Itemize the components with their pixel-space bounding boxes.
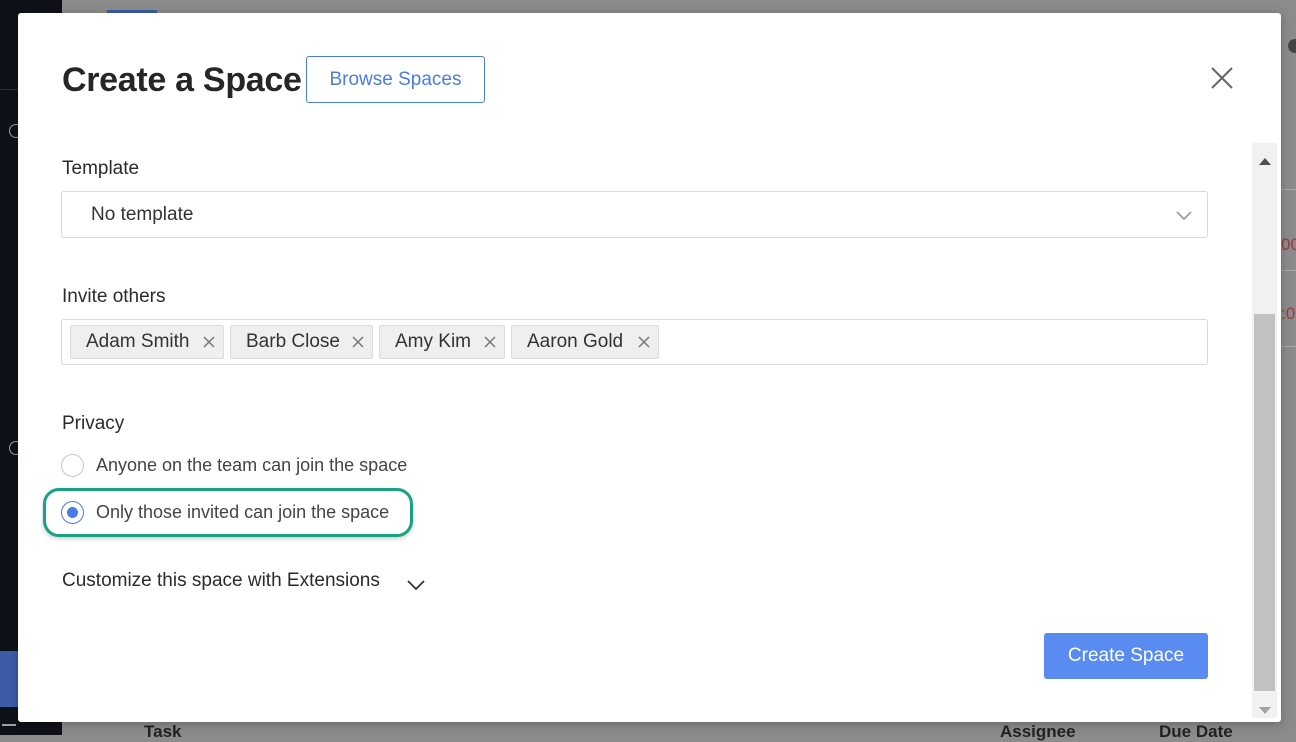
invitee-tag: Amy Kim — [379, 325, 505, 359]
chevron-down-icon[interactable] — [406, 578, 426, 592]
dialog-title: Create a Space — [62, 61, 302, 99]
menu-icon — [2, 724, 16, 726]
privacy-option-anyone[interactable]: Anyone on the team can join the space — [61, 454, 421, 480]
remove-tag-icon[interactable] — [637, 326, 651, 358]
invitee-name: Barb Close — [246, 331, 340, 352]
invite-label: Invite others — [62, 286, 166, 307]
chevron-down-icon — [1175, 206, 1193, 224]
close-icon[interactable] — [1208, 64, 1236, 92]
invitee-name: Amy Kim — [395, 331, 471, 352]
background-value: 00 — [1281, 235, 1296, 254]
template-label: Template — [62, 158, 140, 179]
scroll-up-icon[interactable] — [1258, 153, 1272, 171]
scrollbar-thumb[interactable] — [1254, 314, 1275, 691]
invitee-tag: Adam Smith — [70, 325, 224, 359]
template-selected-value: No template — [91, 204, 194, 225]
background-row-divider — [1281, 270, 1296, 271]
column-header-assignee: Assignee — [1000, 722, 1076, 741]
remove-tag-icon[interactable] — [202, 326, 216, 358]
remove-tag-icon[interactable] — [483, 326, 497, 358]
remove-tag-icon[interactable] — [351, 326, 365, 358]
invitee-tag: Aaron Gold — [511, 325, 659, 359]
invitee-name: Adam Smith — [86, 331, 190, 352]
invitee-name: Aaron Gold — [527, 331, 624, 352]
scroll-down-icon[interactable] — [1258, 703, 1272, 721]
gear-icon — [1288, 39, 1296, 53]
background-value: :0 — [1281, 304, 1296, 323]
invitee-tag: Barb Close — [230, 325, 373, 359]
sidebar-active-item — [0, 651, 18, 707]
create-space-dialog: Create a Space Browse Spaces Template No… — [18, 13, 1281, 722]
privacy-option-label: Anyone on the team can join the space — [96, 455, 408, 475]
background-row-divider — [1281, 346, 1296, 347]
extensions-toggle[interactable]: Customize this space with Extensions — [62, 570, 380, 592]
highlight-outline — [43, 488, 413, 537]
column-header-due-date: Due Date — [1159, 722, 1233, 741]
create-space-button[interactable]: Create Space — [1044, 633, 1208, 679]
template-select[interactable]: No template — [61, 191, 1208, 238]
browse-spaces-button[interactable]: Browse Spaces — [306, 56, 485, 103]
column-header-task: Task — [144, 722, 182, 741]
privacy-label: Privacy — [62, 413, 125, 434]
radio-button[interactable] — [61, 454, 84, 477]
background-row-divider — [1281, 189, 1296, 190]
invite-input[interactable]: Adam Smith Barb Close Amy Kim Aaron Gold — [61, 319, 1208, 365]
